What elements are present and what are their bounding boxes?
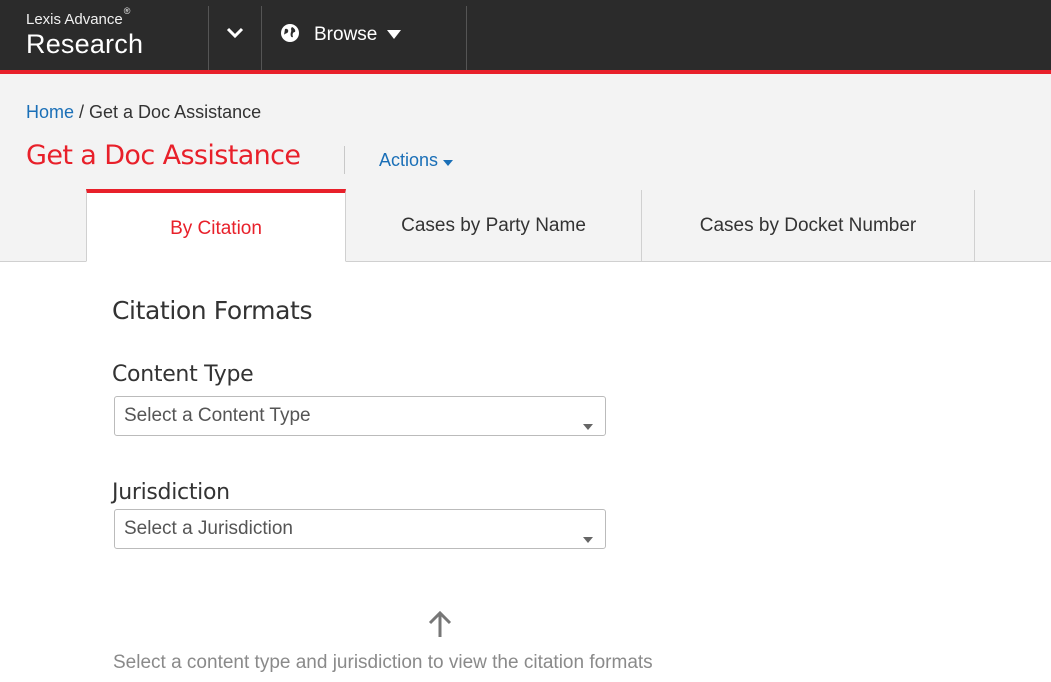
jurisdiction-value: Select a Jurisdiction <box>124 518 293 539</box>
tab-cases-by-docket-number[interactable]: Cases by Docket Number <box>642 190 975 262</box>
page-header: Home / Get a Doc Assistance Get a Doc As… <box>0 74 1051 186</box>
top-navigation-bar: Lexis Advance® Research Browse <box>0 0 1051 74</box>
jurisdiction-select[interactable]: Select a Jurisdiction <box>114 509 606 549</box>
brand-line1: Lexis Advance® <box>26 6 131 28</box>
tab-by-citation[interactable]: By Citation <box>86 189 346 262</box>
breadcrumb-home-link[interactable]: Home <box>26 102 74 122</box>
content-type-select[interactable]: Select a Content Type <box>114 396 606 436</box>
caret-down-icon <box>583 414 593 436</box>
divider <box>208 6 209 70</box>
hint-text: Select a content type and jurisdiction t… <box>113 652 653 673</box>
brand-line2: Research <box>26 29 144 59</box>
actions-menu-button[interactable]: Actions <box>379 150 454 171</box>
caret-down-icon <box>387 26 402 44</box>
browse-menu-button[interactable]: Browse <box>262 0 466 70</box>
breadcrumb-separator: / <box>74 102 90 122</box>
divider <box>466 6 467 70</box>
caret-down-icon <box>438 150 454 171</box>
breadcrumb-current: Get a Doc Assistance <box>89 102 262 122</box>
chevron-down-icon <box>226 26 244 44</box>
product-switcher-button[interactable] <box>210 0 260 70</box>
arrow-up-icon <box>428 610 452 643</box>
browse-label: Browse <box>314 24 378 45</box>
title-divider <box>344 146 345 174</box>
tab-cases-by-party-name[interactable]: Cases by Party Name <box>346 190 642 262</box>
jurisdiction-label: Jurisdiction <box>112 480 230 505</box>
actions-label: Actions <box>379 150 439 170</box>
brand-logo[interactable]: Lexis Advance® Research <box>0 6 205 70</box>
breadcrumb: Home / Get a Doc Assistance <box>26 102 261 123</box>
caret-down-icon <box>583 527 593 549</box>
section-title: Citation Formats <box>112 296 313 325</box>
page-title: Get a Doc Assistance <box>26 140 301 171</box>
content-type-label: Content Type <box>112 362 254 387</box>
content-type-value: Select a Content Type <box>124 405 311 426</box>
globe-icon <box>280 23 300 48</box>
registered-mark: ® <box>123 6 131 16</box>
tab-bar: By Citation Cases by Party Name Cases by… <box>0 186 1051 262</box>
